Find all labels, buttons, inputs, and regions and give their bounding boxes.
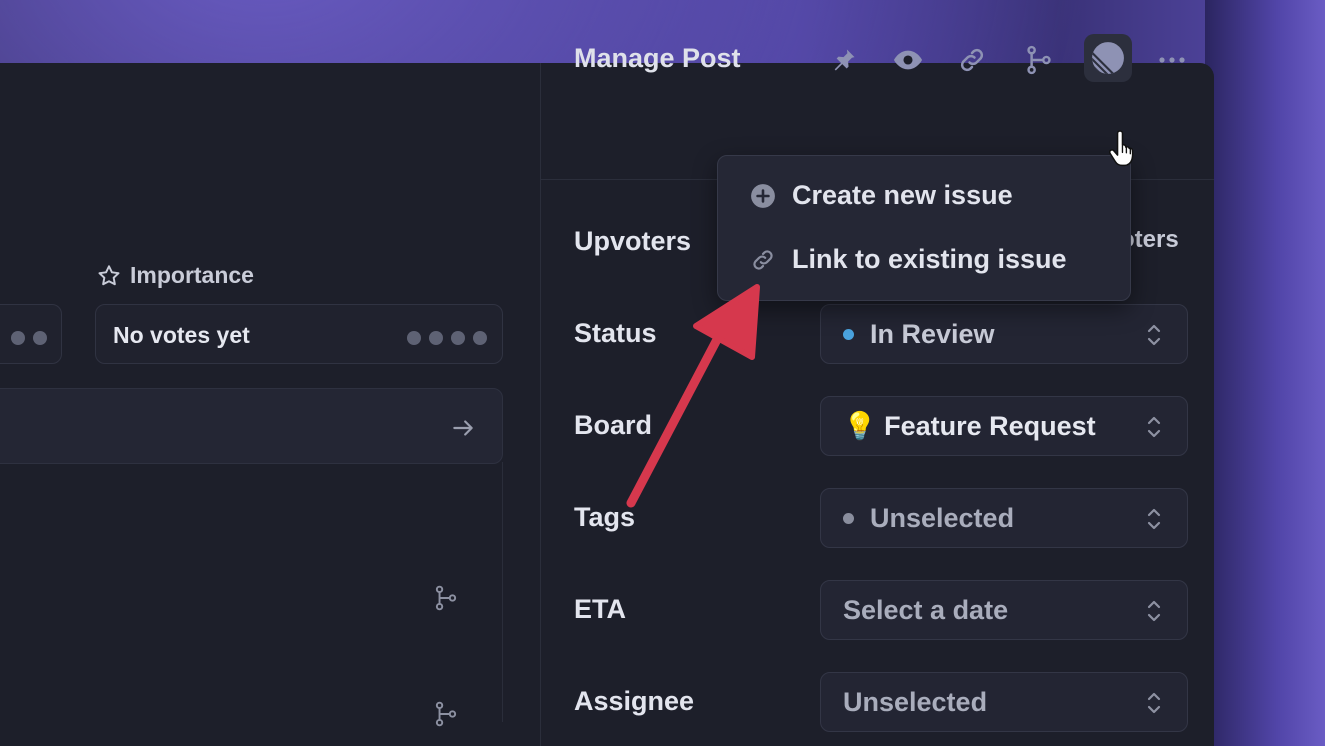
eta-value: Select a date [843,594,1009,625]
tags-select[interactable]: Unselected [820,488,1188,548]
menu-item-label: Create new issue [792,180,1013,210]
panel-divider [540,63,541,746]
star-icon [98,264,120,285]
vote-dot [473,331,487,345]
vote-dot [451,331,465,345]
status-dot [843,328,854,340]
board-label: Board [574,410,653,440]
vote-dot [33,331,47,345]
chevron-updown-icon [1147,508,1161,530]
board-select[interactable]: 💡 Feature Request [820,396,1188,456]
menu-item-create-issue[interactable]: Create new issue [750,180,1013,211]
copy-link-button[interactable] [956,44,988,76]
more-options-button[interactable] [1156,44,1188,76]
status-label: Status [574,318,657,348]
vote-card-partial[interactable] [0,304,62,364]
pin-icon [834,49,855,71]
vote-dots [407,331,487,345]
pin-button[interactable] [828,44,860,76]
chevron-updown-icon [1147,416,1161,438]
branch-button[interactable] [1023,44,1055,76]
vote-dot [429,331,443,345]
upvoters-label: Upvoters [574,226,692,256]
eta-label: ETA [574,594,626,624]
link-icon [753,249,773,270]
chevron-updown-icon [1147,324,1161,346]
chevron-updown-icon [1147,600,1161,622]
importance-heading: Importance [96,262,254,289]
linked-issues-list [0,462,503,722]
tags-value: Unselected [870,502,1015,533]
assignee-label: Assignee [574,686,695,716]
menu-item-link-issue[interactable]: Link to existing issue [750,244,1067,275]
board-value: 💡 Feature Request [843,411,1096,441]
branch-icon [1027,45,1051,75]
status-value: In Review [870,318,995,349]
importance-votes-card[interactable]: No votes yet [95,304,503,364]
plus-circle-icon [751,183,775,208]
assignee-select[interactable]: Unselected [820,672,1188,732]
linear-integration-button[interactable] [1084,34,1132,82]
votes-text: No votes yet [113,322,250,348]
more-horizontal-icon [1159,57,1185,63]
tag-dot [843,512,854,524]
chevron-updown-icon [1147,692,1161,714]
status-select[interactable]: In Review [820,304,1188,364]
linear-dropdown-menu: Create new issue Link to existing issue [717,155,1131,301]
assignee-value: Unselected [843,686,988,717]
hand-cursor-icon [1108,130,1134,167]
link-icon [960,48,984,72]
menu-item-label: Link to existing issue [792,244,1067,274]
page-title: Manage Post [574,43,741,73]
importance-label: Importance [130,262,254,288]
eta-date-picker[interactable]: Select a date [820,580,1188,640]
view-button[interactable] [892,44,924,76]
arrow-right-icon [453,420,473,436]
branch-icon[interactable] [433,700,459,728]
vote-dot [407,331,421,345]
navigation-row[interactable] [0,388,503,464]
tags-label: Tags [574,502,636,532]
vote-dots [11,331,47,345]
branch-icon[interactable] [433,584,459,612]
eye-icon [894,50,922,70]
vote-dot [11,331,25,345]
linear-logo-icon [1092,42,1124,74]
background-gradient-right [1205,0,1325,746]
